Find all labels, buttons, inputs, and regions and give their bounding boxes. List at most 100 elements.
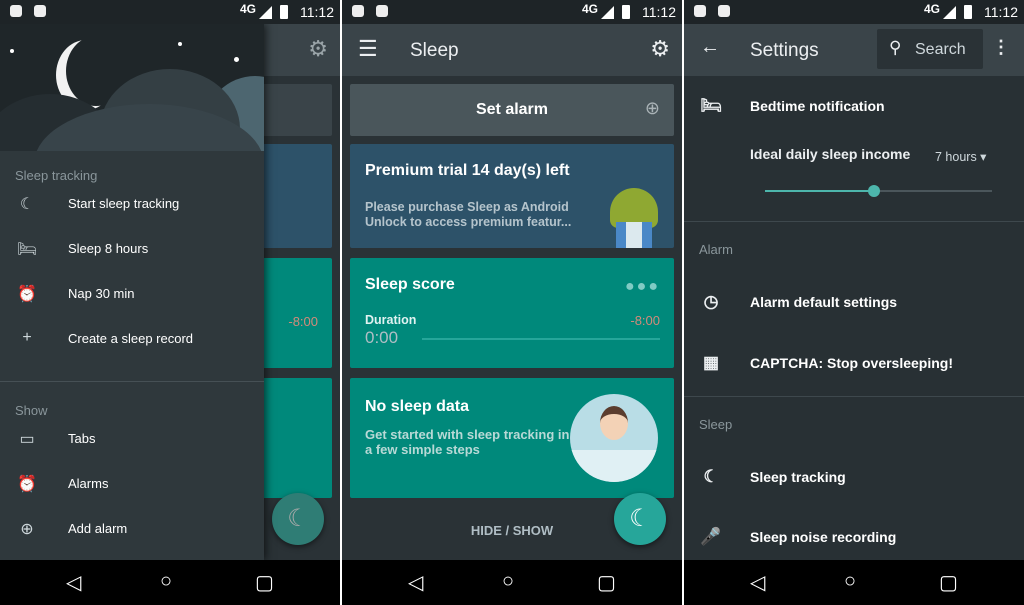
drawer-item-label: Start sleep tracking	[68, 196, 180, 211]
drawer-item[interactable]: ⏰ Alarms	[0, 464, 264, 504]
network-type: 4G	[923, 2, 940, 16]
duration-bar	[422, 338, 660, 340]
settings-item-label: CAPTCHA: Stop oversleeping!	[750, 355, 954, 371]
alarm-z-icon: ⏰	[17, 286, 37, 303]
signal-icon	[601, 6, 614, 19]
drawer-item-label: Nap 30 min	[68, 286, 135, 301]
drawer-item[interactable]: ⊕ Add alarm	[0, 509, 264, 549]
home-icon[interactable]: ○	[160, 570, 172, 593]
nav-bar: ◁ ○ ▢	[0, 560, 340, 605]
ideal-sleep-dropdown[interactable]: 7 hours ▾	[935, 149, 986, 164]
moon-icon: ☾	[703, 467, 719, 486]
duration-label: Duration	[365, 313, 417, 327]
home-icon[interactable]: ○	[844, 570, 856, 593]
settings-icon[interactable]: ⚙	[308, 36, 328, 62]
battery-icon	[280, 5, 288, 19]
back-icon[interactable]: ◁	[750, 570, 765, 595]
sleeping-person-image	[570, 394, 658, 482]
drawer-section-title: Show	[15, 403, 48, 418]
back-arrow-icon[interactable]: ←	[700, 36, 720, 59]
nodata-title: No sleep data	[365, 398, 470, 415]
sleep-score-card[interactable]: Sleep score ●●● Duration 0:00 -8:00	[350, 258, 674, 368]
settings-section-title: Sleep	[699, 417, 733, 432]
clock: 11:12	[300, 4, 334, 20]
settings-icon[interactable]: ⚙	[650, 36, 670, 62]
drawer-item-label: Add alarm	[68, 521, 128, 536]
bed-icon: 🛏	[16, 241, 38, 258]
drawer-item[interactable]: ☾ Start sleep tracking	[0, 184, 264, 224]
home-icon[interactable]: ○	[502, 570, 514, 593]
battery-icon	[964, 5, 972, 19]
slider-thumb[interactable]	[867, 185, 880, 197]
search-icon: ⚲	[889, 38, 902, 57]
bed-icon: 🛏	[700, 96, 722, 115]
fab-moon-icon[interactable]: ☾	[272, 493, 324, 545]
status-bar: 4G 11:12	[0, 0, 340, 24]
search-label: Search	[915, 41, 966, 58]
recents-icon[interactable]: ▢	[597, 570, 616, 595]
drawer-item[interactable]: ▭ Tabs	[0, 419, 264, 459]
set-alarm-button[interactable]: Set alarm ⊕	[350, 84, 674, 136]
status-bar: 4G 11:12	[342, 0, 682, 24]
settings-item[interactable]: ▦ CAPTCHA: Stop oversleeping!	[684, 343, 1024, 383]
signal-icon	[943, 6, 956, 19]
settings-item[interactable]: ☾ Sleep tracking	[684, 457, 1024, 497]
menu-icon[interactable]: ☰	[358, 36, 378, 62]
nodata-text-2: a few simple steps	[365, 442, 480, 457]
ideal-sleep-value: 7 hours	[935, 150, 977, 164]
signal-icon	[259, 6, 272, 19]
remaining-time: -8:00	[288, 314, 318, 329]
drawer-header-image	[0, 24, 264, 151]
nav-bar: ◁ ○ ▢	[684, 560, 1024, 605]
settings-item[interactable]: ◷ Alarm default settings	[684, 282, 1024, 322]
drawer-item-label: Alarms	[68, 476, 109, 491]
android-mascot-image	[604, 188, 664, 248]
recents-icon[interactable]: ▢	[255, 570, 274, 595]
ideal-sleep-slider[interactable]	[765, 185, 992, 197]
score-dots: ●●●	[625, 278, 660, 295]
tabs-icon: ▭	[19, 431, 35, 448]
set-alarm-label: Set alarm	[475, 101, 549, 118]
settings-section-title: Alarm	[699, 242, 733, 257]
back-icon[interactable]: ◁	[408, 570, 423, 595]
premium-card[interactable]: Premium trial 14 day(s) left Please purc…	[350, 144, 674, 248]
nodata-text: Get started with sleep tracking in	[365, 427, 570, 442]
drawer-item[interactable]: ⏰ Nap 30 min	[0, 274, 264, 314]
qr-code-icon: ▦	[702, 353, 720, 372]
main-screen: ☰ Sleep ⚙ Set alarm ⊕ Premium trial 14 d…	[342, 0, 682, 605]
clock: 11:12	[642, 4, 676, 20]
recents-icon[interactable]: ▢	[939, 570, 958, 595]
app-bar: ← Settings ⚲ Search ⋮	[684, 24, 1024, 76]
back-icon[interactable]: ◁	[66, 570, 81, 595]
nav-bar: ◁ ○ ▢	[342, 560, 682, 605]
network-type: 4G	[581, 2, 598, 16]
settings-item[interactable]: 🎤 Sleep noise recording	[684, 517, 1024, 557]
drawer-item[interactable]: 🛏 Sleep 8 hours	[0, 229, 264, 269]
add-alarm-icon: ⊕	[644, 98, 660, 118]
bedtime-notification-item[interactable]: 🛏 Bedtime notification	[684, 86, 1024, 126]
slider-fill	[765, 190, 874, 192]
more-options-icon[interactable]: ⋮	[992, 37, 1010, 58]
app-bar: ☰ Sleep ⚙	[342, 24, 682, 76]
premium-title: Premium trial 14 day(s) left	[365, 162, 570, 179]
no-sleep-data-card[interactable]: No sleep data Get started with sleep tra…	[350, 378, 674, 498]
search-button[interactable]: ⚲ Search	[877, 29, 983, 69]
premium-text-2: Unlock to access premium featur...	[365, 215, 572, 229]
duration-value: 0:00	[365, 328, 399, 347]
drawer-screen: ⚙ -8:00 ☾ Sleep tracking ☾ Start sleep tra…	[0, 0, 340, 605]
drawer-item[interactable]: + Create a sleep record	[0, 319, 264, 359]
drawer-item-label: Tabs	[68, 431, 96, 446]
remaining-time: -8:00	[630, 313, 660, 328]
clock: 11:12	[984, 4, 1018, 20]
navigation-drawer: Sleep tracking ☾ Start sleep tracking 🛏 Slee…	[0, 24, 264, 560]
ideal-sleep-label: Ideal daily sleep income	[750, 146, 911, 162]
status-bar: 4G 11:12	[684, 0, 1024, 24]
network-type: 4G	[239, 2, 256, 16]
drawer-item-label: Create a sleep record	[68, 331, 194, 346]
fab-moon-icon[interactable]: ☾	[614, 493, 666, 545]
plus-icon: +	[22, 329, 32, 346]
battery-icon	[622, 5, 630, 19]
score-title: Sleep score	[365, 276, 455, 293]
alarm-icon: ⏰	[17, 476, 37, 493]
page-title: Settings	[750, 40, 819, 61]
